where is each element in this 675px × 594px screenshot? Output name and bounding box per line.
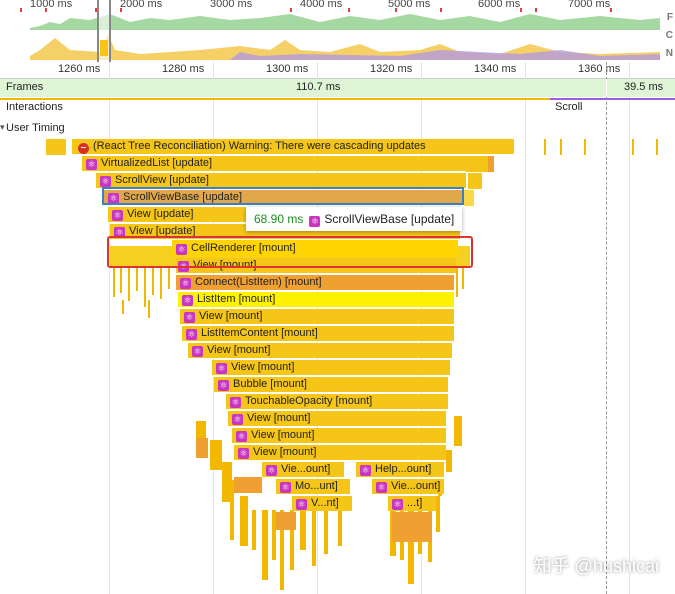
react-icon: ⚛ — [280, 482, 291, 493]
flame-bar-label: Vie...ount] — [281, 463, 331, 475]
react-icon: ⚛ — [238, 448, 249, 459]
flame-bar-virtualized-list[interactable]: ⚛ VirtualizedList [update] — [82, 156, 466, 171]
flame-bar-mo-mount[interactable]: ⚛ Mo...unt] — [276, 479, 350, 494]
flame-bar-touchable-opacity[interactable]: ⚛ TouchableOpacity [mount] — [226, 394, 448, 409]
warning-icon: – — [78, 143, 89, 154]
flame-bar-label: View [mount] — [207, 344, 271, 356]
interaction-bar[interactable] — [0, 98, 550, 100]
frames-track[interactable]: Frames 110.7 ms 39.5 ms — [0, 79, 675, 97]
highlight-annotation — [107, 236, 473, 268]
flame-bar-view-mount[interactable]: ⚛ View [mount] — [232, 428, 446, 443]
react-icon: ⚛ — [216, 363, 227, 374]
flame-bar-view-mount[interactable]: ⚛ View [mount] — [212, 360, 450, 375]
flame-bar-v-mount[interactable]: ⚛ V...nt] — [292, 496, 352, 511]
overview-time-label: 1000 ms — [30, 0, 73, 10]
flame-bar-list-item[interactable]: ⚛ ListItem [mount] — [178, 292, 454, 307]
ruler-tick-label: 1340 ms — [474, 63, 517, 75]
react-icon: ⚛ — [296, 499, 307, 510]
flame-bar-label: ...t] — [407, 497, 423, 509]
flame-bar-short-mount[interactable]: ⚛ ...t] — [388, 496, 436, 511]
flame-bar-label: VirtualizedList [update] — [101, 157, 213, 169]
overview-time-label: 3000 ms — [210, 0, 253, 10]
flame-bar-label: Connect(ListItem) [mount] — [195, 276, 322, 288]
flame-bar-label: Bubble [mount] — [233, 378, 307, 390]
flame-bar-label: Mo...unt] — [295, 480, 338, 492]
flame-bar-label: View [mount] — [251, 429, 315, 441]
overview-time-label: 7000 ms — [568, 0, 611, 10]
overview-row-label-fps: F — [666, 12, 673, 23]
flame-bar-view-mount[interactable]: ⚛ View [mount] — [234, 445, 446, 460]
ruler-tick-label: 1260 ms — [58, 63, 101, 75]
flame-bar-view-mount-short[interactable]: ⚛ Vie...ount] — [262, 462, 344, 477]
flame-bar-label: ScrollView [update] — [115, 174, 209, 186]
ruler-tick-label: 1320 ms — [370, 63, 413, 75]
overview-time-label: 4000 ms — [300, 0, 343, 10]
interaction-scroll-label: Scroll — [555, 101, 583, 113]
react-icon: ⚛ — [184, 312, 195, 323]
tooltip-duration: 68.90 ms — [254, 212, 304, 226]
react-icon: ⚛ — [230, 397, 241, 408]
react-icon: ⚛ — [192, 346, 203, 357]
ruler-tick-label: 1280 ms — [162, 63, 205, 75]
react-icon: ⚛ — [182, 295, 193, 306]
flame-bar-helper-mount[interactable]: ⚛ Help...ount] — [356, 462, 444, 477]
interactions-track: Interactions Scroll — [0, 98, 675, 118]
interaction-scroll-bar[interactable] — [550, 98, 675, 100]
flame-bar-label: (React Tree Reconciliation) Warning: The… — [93, 140, 426, 152]
react-icon: ⚛ — [236, 431, 247, 442]
react-icon: ⚛ — [266, 465, 277, 476]
overview-row-label-cpu: C — [665, 30, 673, 41]
flame-bar-connect-list-item[interactable]: ⚛ Connect(ListItem) [mount] — [176, 275, 454, 290]
flame-bar-label: ListItemContent [mount] — [201, 327, 318, 339]
ruler-tick-label: 1360 ms — [578, 63, 621, 75]
flame-bar-label: V...nt] — [311, 497, 339, 509]
watermark: 知乎 @hushicai — [533, 556, 659, 576]
overview-time-label: 2000 ms — [120, 0, 163, 10]
react-icon: ⚛ — [232, 414, 243, 425]
flame-bar-label: View [mount] — [231, 361, 295, 373]
flame-bar-label: Help...ount] — [375, 463, 432, 475]
flame-bar-view-mount[interactable]: ⚛ View [mount] — [228, 411, 446, 426]
react-icon: ⚛ — [376, 482, 387, 493]
react-icon: ⚛ — [112, 210, 123, 221]
react-icon: ⚛ — [180, 278, 191, 289]
react-icon: ⚛ — [392, 499, 403, 510]
react-icon: ⚛ — [360, 465, 371, 476]
flame-bar-label: View [mount] — [199, 310, 263, 322]
flame-bar-label: Vie...ount] — [391, 480, 441, 492]
frames-track-label: Frames — [6, 81, 44, 93]
overview-row-label-net: N — [665, 48, 673, 59]
timeline-overview[interactable]: 1000 ms 2000 ms 3000 ms 4000 ms 5000 ms … — [0, 0, 675, 62]
interactions-track-label: Interactions — [6, 101, 63, 113]
flame-bar-bubble[interactable]: ⚛ Bubble [mount] — [214, 377, 448, 392]
flame-bar-label: View [mount] — [253, 446, 317, 458]
tooltip-name: ScrollViewBase [update] — [324, 212, 455, 226]
frame-separator — [606, 79, 607, 97]
flame-bar-warning[interactable]: – (React Tree Reconciliation) Warning: Th… — [72, 139, 514, 154]
overview-time-label: 6000 ms — [478, 0, 521, 10]
overview-time-label: 5000 ms — [388, 0, 431, 10]
flame-bar-label: View [mount] — [247, 412, 311, 424]
flame-bar-label: TouchableOpacity [mount] — [245, 395, 373, 407]
flame-bar-scroll-view[interactable]: ⚛ ScrollView [update] — [96, 173, 466, 188]
react-icon: ⚛ — [218, 380, 229, 391]
flame-bar-list-item-content[interactable]: ⚛ ListItemContent [mount] — [182, 326, 454, 341]
react-icon: ⚛ — [86, 159, 97, 170]
flame-bar-view-mount[interactable]: ⚛ View [mount] — [188, 343, 452, 358]
flame-bar-label: View [update] — [127, 208, 194, 220]
selected-entry-outline — [102, 187, 464, 205]
flame-bar-label: ListItem [mount] — [197, 293, 276, 305]
frame-duration[interactable]: 39.5 ms — [624, 81, 663, 93]
flame-bar-view-mount[interactable]: ⚛ View [mount] — [180, 309, 454, 324]
frame-duration[interactable]: 110.7 ms — [296, 81, 340, 93]
flame-bar-view-mount-short[interactable]: ⚛ Vie...ount] — [372, 479, 444, 494]
react-icon: ⚛ — [309, 216, 321, 227]
time-ruler: 1260 ms 1280 ms 1300 ms 1320 ms 1340 ms … — [0, 62, 675, 79]
ruler-tick-label: 1300 ms — [266, 63, 309, 75]
entry-tooltip: 68.90 ms ⚛ ScrollViewBase [update] — [246, 207, 463, 231]
react-icon: ⚛ — [186, 329, 197, 340]
react-icon: ⚛ — [100, 176, 111, 187]
